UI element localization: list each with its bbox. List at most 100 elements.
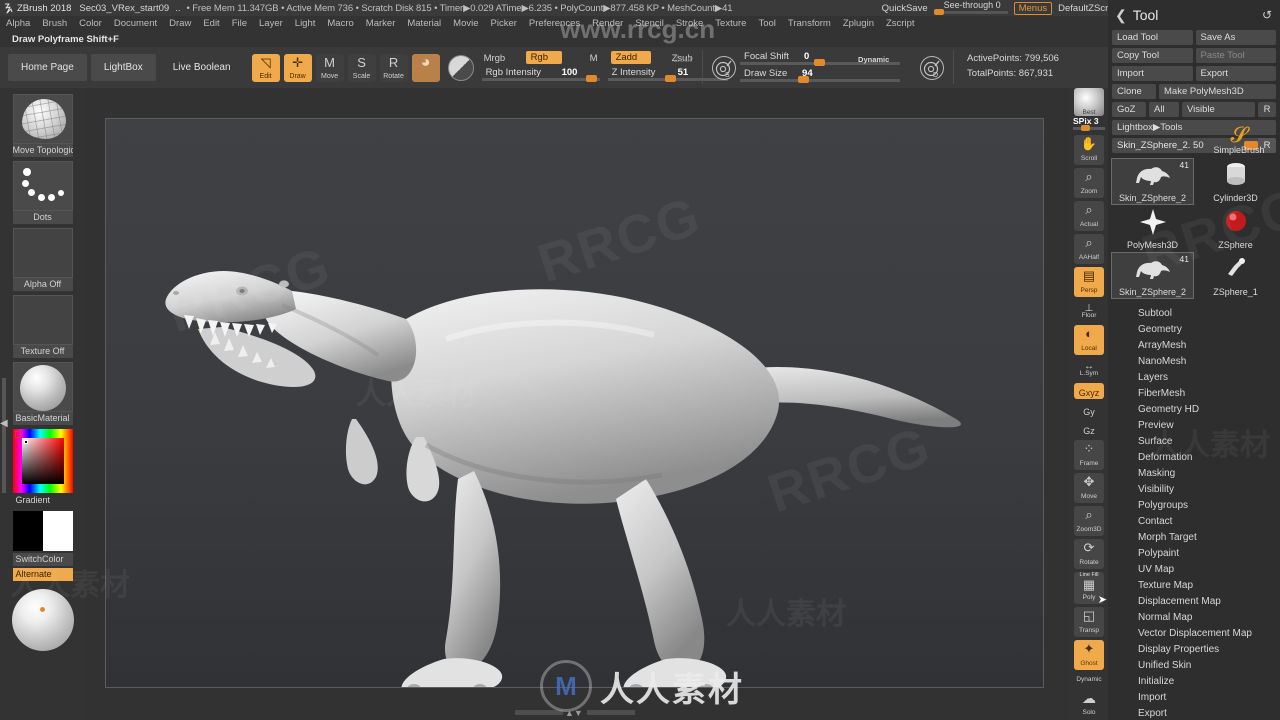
canvas-area[interactable]: RRCG RRCG RRCG 人人素材 人人素材 ▲▼ xyxy=(85,88,1070,720)
move-button[interactable]: ✥ Move xyxy=(1074,473,1104,503)
tool-menu-texture-map[interactable]: Texture Map xyxy=(1108,578,1280,594)
lightbox-button[interactable]: LightBox xyxy=(91,54,156,81)
live-boolean-button[interactable]: Live Boolean xyxy=(160,54,244,81)
tool-menu-geometry-hd[interactable]: Geometry HD xyxy=(1108,402,1280,418)
material-sphere-thumbnail[interactable] xyxy=(13,362,73,412)
tool-menu-subtool[interactable]: Subtool xyxy=(1108,306,1280,322)
vrex-dinosaur-sculpt[interactable] xyxy=(106,119,1043,687)
draw-size-knob[interactable] xyxy=(798,76,809,83)
tool-menu-masking[interactable]: Masking xyxy=(1108,466,1280,482)
export-button[interactable]: Export xyxy=(1196,66,1277,81)
menu-item-draw[interactable]: Draw xyxy=(163,16,197,32)
menu-item-stencil[interactable]: Stencil xyxy=(629,16,670,32)
spix-knob[interactable] xyxy=(1081,125,1090,131)
rgb-intensity-slider[interactable]: Rgb Intensity 100 xyxy=(482,67,600,81)
move-mode-button[interactable]: M Move xyxy=(316,54,344,82)
polyframe-button[interactable]: Line Fill ▦ Poly ➤ xyxy=(1074,572,1104,604)
menu-item-document[interactable]: Document xyxy=(108,16,163,32)
frame-button[interactable]: ⁘ Frame xyxy=(1074,440,1104,470)
menu-item-picker[interactable]: Picker xyxy=(485,16,523,32)
aahalf-button[interactable]: ⌕ AAHalf xyxy=(1074,234,1104,264)
left-panel-collapse-arrow[interactable]: ◀ xyxy=(0,418,8,429)
canvas-scrollbar[interactable]: ▲▼ xyxy=(515,710,635,716)
current-stroke-item[interactable]: Dots xyxy=(13,161,73,224)
copy-tool-button[interactable]: Copy Tool xyxy=(1112,48,1193,63)
menu-item-transform[interactable]: Transform xyxy=(782,16,837,32)
rotate-button[interactable]: ⟳ Rotate xyxy=(1074,539,1104,569)
actual-size-button[interactable]: ⌕ Actual xyxy=(1074,201,1104,231)
gxyz-button[interactable]: Gxyz xyxy=(1074,383,1104,399)
brush-preview-button[interactable]: ◕ xyxy=(412,54,440,82)
current-brush-item[interactable]: Move Topologica xyxy=(13,94,73,157)
draw-size-slider[interactable]: Draw Size 94 xyxy=(740,68,900,82)
tool-menu-fibermesh[interactable]: FiberMesh xyxy=(1108,386,1280,402)
zadd-button[interactable]: Zadd xyxy=(611,51,652,64)
menu-item-alpha[interactable]: Alpha xyxy=(0,16,36,32)
transparency-button[interactable]: ◱ Transp xyxy=(1074,607,1104,637)
z-intensity-slider[interactable]: Z Intensity 51 xyxy=(608,67,728,81)
tool-menu-unified-skin[interactable]: Unified Skin xyxy=(1108,658,1280,674)
rgb-button[interactable]: Rgb xyxy=(526,51,562,64)
tool-menu-visibility[interactable]: Visibility xyxy=(1108,482,1280,498)
m-button[interactable]: M xyxy=(590,53,598,64)
preview-sphere-icon[interactable] xyxy=(12,589,74,651)
rgb-intensity-knob[interactable] xyxy=(586,75,597,82)
local-symmetry-button[interactable]: ◐ Local xyxy=(1074,325,1104,355)
canvas-scroll-left[interactable] xyxy=(515,710,563,715)
tool-menu-contact[interactable]: Contact xyxy=(1108,514,1280,530)
goz-r-button[interactable]: R xyxy=(1258,102,1276,117)
z-intensity-knob[interactable] xyxy=(665,75,676,82)
dynamic-label[interactable]: Dynamic xyxy=(858,55,889,64)
canvas-scroll-arrows-icon[interactable]: ▲▼ xyxy=(565,708,583,718)
floor-grid-button[interactable]: ⊥ Floor xyxy=(1074,300,1104,322)
scale-mode-button[interactable]: S Scale xyxy=(348,54,376,82)
menu-item-light[interactable]: Light xyxy=(289,16,322,32)
tool-menu-displacement-map[interactable]: Displacement Map xyxy=(1108,594,1280,610)
tool-item-skin-zsphere-2-b[interactable]: 41 Skin_ZSphere_2 xyxy=(1112,253,1193,298)
local-sym-button[interactable]: ↔ L.Sym xyxy=(1074,358,1104,380)
document-viewport[interactable]: RRCG RRCG RRCG 人人素材 人人素材 xyxy=(105,118,1044,688)
material-sphere-icon[interactable] xyxy=(448,55,474,81)
current-alpha-item[interactable]: Alpha Off xyxy=(13,228,73,291)
tool-menu-export[interactable]: Export xyxy=(1108,706,1280,720)
clone-button[interactable]: Clone xyxy=(1112,84,1156,99)
menu-item-tool[interactable]: Tool xyxy=(752,16,781,32)
tool-menu-polypaint[interactable]: Polypaint xyxy=(1108,546,1280,562)
tool-menu-layers[interactable]: Layers xyxy=(1108,370,1280,386)
tool-menu-geometry[interactable]: Geometry xyxy=(1108,322,1280,338)
edit-mode-button[interactable]: ◹ Edit xyxy=(252,54,280,82)
menu-item-texture[interactable]: Texture xyxy=(709,16,752,32)
texture-empty-thumbnail[interactable] xyxy=(13,295,73,345)
zoom3d-button[interactable]: ⌕ Zoom3D xyxy=(1074,506,1104,536)
stroke-s-icon[interactable]: S xyxy=(712,56,736,80)
tool-menu-import[interactable]: Import xyxy=(1108,690,1280,706)
menu-item-color[interactable]: Color xyxy=(73,16,108,32)
menu-item-zscript[interactable]: Zscript xyxy=(880,16,921,32)
brush-thumbnail[interactable] xyxy=(13,94,73,144)
menu-item-zplugin[interactable]: Zplugin xyxy=(837,16,880,32)
tool-menu-polygroups[interactable]: Polygroups xyxy=(1108,498,1280,514)
dynamic-rail-button[interactable]: Dynamic xyxy=(1074,673,1104,686)
tool-menu-normal-map[interactable]: Normal Map xyxy=(1108,610,1280,626)
color-swatches[interactable] xyxy=(13,511,73,551)
menu-item-material[interactable]: Material xyxy=(401,16,447,32)
tool-menu-deformation[interactable]: Deformation xyxy=(1108,450,1280,466)
menu-item-preferences[interactable]: Preferences xyxy=(523,16,586,32)
draw-mode-button[interactable]: ✛ Draw xyxy=(284,54,312,82)
alpha-empty-thumbnail[interactable] xyxy=(13,228,73,278)
perspective-button[interactable]: ▤ Persp xyxy=(1074,267,1104,297)
menus-button[interactable]: Menus xyxy=(1014,2,1053,15)
menu-item-macro[interactable]: Macro xyxy=(321,16,359,32)
canvas-scroll-right[interactable] xyxy=(587,710,635,715)
rotate-mode-button[interactable]: R Rotate xyxy=(380,54,408,82)
alternate-button[interactable]: Alternate xyxy=(13,568,73,581)
gradient-label[interactable]: Gradient xyxy=(13,494,73,507)
gy-button[interactable]: Gy xyxy=(1074,402,1104,418)
tool-item-polymesh3d[interactable]: PolyMesh3D xyxy=(1112,206,1193,251)
tool-menu-surface[interactable]: Surface xyxy=(1108,434,1280,450)
tool-item-zsphere-1[interactable]: ZSphere_1 xyxy=(1195,253,1276,298)
stroke-dots-thumbnail[interactable] xyxy=(13,161,73,211)
stroke-d-icon[interactable]: D xyxy=(920,56,944,80)
tool-item-cylinder3d[interactable]: Cylinder3D xyxy=(1195,159,1276,204)
best-preview-render-button[interactable]: Best xyxy=(1074,88,1104,116)
